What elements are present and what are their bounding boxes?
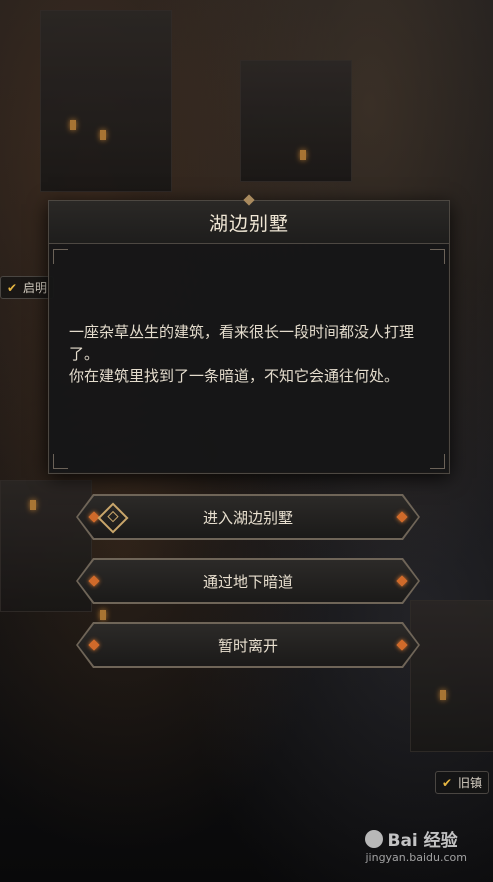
gem-icon [88,575,99,586]
option-label: 暂时离开 [217,636,278,655]
enter-icon [97,502,128,533]
check-icon: ✔ [7,280,18,295]
option-label: 进入湖边别墅 [202,508,293,527]
house-building [240,60,352,182]
option-leave-button[interactable]: 暂时离开 [78,624,418,666]
corner-ornament-icon [53,454,68,469]
watermark-url: jingyan.baidu.com [365,851,467,864]
paw-icon [365,829,384,848]
gem-icon [396,511,407,522]
dialog-text-line: 一座杂草丛生的建筑，看来很长一段时间都没人打理了。 [69,323,415,363]
dialog-header: 湖边别墅 [49,201,449,244]
option-label: 通过地下暗道 [202,572,293,591]
old-town-building [410,600,493,752]
option-secret-passage-button[interactable]: 通过地下暗道 [78,560,418,602]
map-tag-qiming[interactable]: ✔ 启明 [0,276,55,299]
corner-ornament-icon [430,249,445,264]
window-light [30,500,36,510]
dialog-body: 一座杂草丛生的建筑，看来很长一段时间都没人打理了。 你在建筑里找到了一条暗道，不… [69,321,425,387]
gem-icon [88,639,99,650]
window-light [440,690,446,700]
check-icon: ✔ [442,775,453,790]
watermark-brand-text: Bai 经验 [387,831,458,851]
window-light [300,150,306,160]
option-enter-villa-button[interactable]: 进入湖边别墅 [78,496,418,538]
hillside-building [0,480,92,612]
gem-icon [396,575,407,586]
castle-tower [40,10,172,192]
map-tag-jiuzhen[interactable]: ✔ 旧镇 [435,771,490,794]
window-light [100,610,106,620]
map-tag-label: 旧镇 [458,776,483,790]
watermark-brand: Bai 经验 [365,826,467,851]
gem-icon [396,639,407,650]
corner-ornament-icon [53,249,68,264]
dialog-title: 湖边别墅 [208,212,289,235]
event-dialog: 湖边别墅 一座杂草丛生的建筑，看来很长一段时间都没人打理了。 你在建筑里找到了一… [48,194,450,474]
window-light [100,130,106,140]
corner-ornament-icon [430,454,445,469]
map-tag-label: 启明 [23,281,48,295]
window-light [70,120,76,130]
baidu-watermark: Bai 经验 jingyan.baidu.com [365,826,467,864]
dialog-text-line: 你在建筑里找到了一条暗道，不知它会通往何处。 [69,367,400,385]
